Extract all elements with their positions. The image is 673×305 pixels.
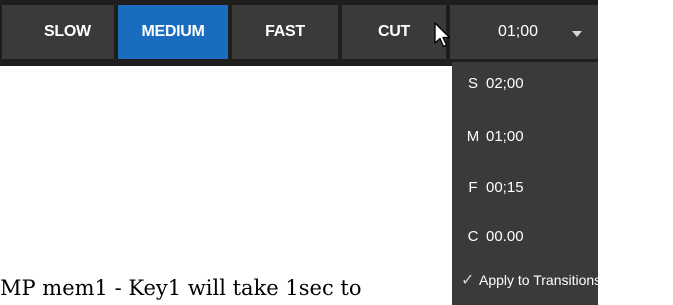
menu-item-cut-duration[interactable]: C 00.00 [452, 221, 598, 251]
duration-menu: S 02;00 M 01;00 F 00;15 C 00.00 ✓ Apply … [452, 62, 602, 305]
document-text-fragment: MP mem1 - Key1 will take 1sec to [0, 276, 362, 300]
menu-item-slow-duration[interactable]: S 02;00 [452, 68, 598, 98]
mouse-pointer-icon [434, 22, 451, 48]
checkmark-icon: ✓ [461, 272, 475, 289]
menu-item-prefix: S [467, 74, 478, 92]
menu-item-time: 02;00 [486, 74, 524, 92]
menu-item-time: 00;15 [486, 178, 524, 196]
transition-speed-toolbar: SLOW MEDIUM FAST CUT 01;00 [0, 0, 598, 66]
slow-button[interactable]: SLOW [2, 5, 114, 59]
menu-item-time: 01;00 [486, 127, 524, 145]
cut-button[interactable]: CUT [342, 5, 446, 59]
duration-dropdown[interactable]: 01;00 [450, 5, 598, 59]
apply-to-transitions-option[interactable]: ✓ Apply to Transitions [452, 265, 602, 295]
page: SLOW MEDIUM FAST CUT 01;00 S 02;00 M 01;… [0, 0, 673, 305]
menu-item-prefix: C [467, 227, 479, 245]
menu-item-medium-duration[interactable]: M 01;00 [452, 121, 598, 151]
menu-item-prefix: M [466, 127, 480, 145]
duration-value: 01;00 [498, 23, 539, 40]
chevron-down-icon[interactable] [572, 31, 582, 37]
apply-to-transitions-label: Apply to Transitions [479, 272, 602, 288]
menu-item-fast-duration[interactable]: F 00;15 [452, 172, 598, 202]
fast-button[interactable]: FAST [232, 5, 338, 59]
menu-item-time: 00.00 [486, 227, 524, 245]
medium-button[interactable]: MEDIUM [118, 5, 228, 59]
menu-item-prefix: F [468, 178, 478, 196]
